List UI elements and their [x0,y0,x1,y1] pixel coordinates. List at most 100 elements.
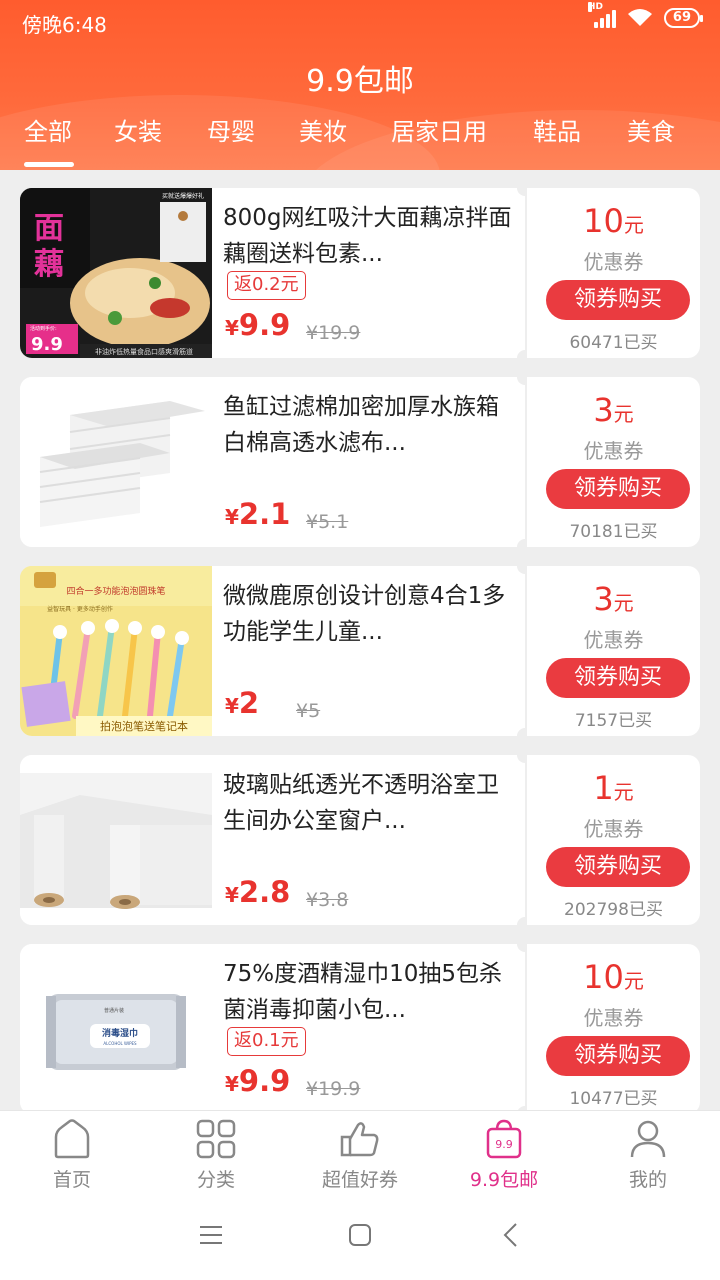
claim-coupon-button[interactable]: 领券购买 [546,658,690,698]
image-price-tag: 9.9 [31,334,63,355]
original-price: ¥5.1 [306,511,349,533]
product-card[interactable]: 买就送爆爆好礼 面 藕 活动到手价: 9.9 非油炸低热量食品口感爽滑筋道 80… [20,180,700,366]
product-card[interactable]: 玻璃贴纸透光不透明浴室卫生间办公室窗户... ¥2.8 ¥3.8 1元 优惠券 … [20,747,700,933]
nav-label: 9.9包邮 [469,1169,539,1191]
tab-household[interactable]: 居家日用 [391,112,487,147]
product-title[interactable]: 微微鹿原创设计创意4合1多功能学生儿童... [223,578,513,650]
claim-coupon-button[interactable]: 领券购买 [546,469,690,509]
battery-icon: 69 [663,8,704,28]
image-caption: 拍泡泡笔送笔记本 [100,719,188,733]
status-bar: 傍晚6:48 HD 69 [0,0,720,44]
home-icon [54,1119,90,1159]
product-image[interactable] [20,377,212,547]
sold-count: 10477已买 [569,1089,658,1109]
menu-icon[interactable] [198,1222,224,1248]
product-image[interactable]: 买就送爆爆好礼 面 藕 活动到手价: 9.9 非油炸低热量食品口感爽滑筋道 [20,188,212,358]
shopping-bag-icon: 9.9 [486,1119,522,1159]
coupon-amount: 3元 [593,580,634,618]
product-price: ¥2.8 [225,875,291,909]
coupon-label: 优惠券 [583,250,644,274]
sold-count: 70181已买 [569,522,658,542]
image-promo-small: 活动到手价: [30,325,57,332]
coupon-amount: 10元 [583,202,644,240]
image-caption: 非油炸低热量食品口感爽滑筋道 [95,347,193,356]
coupon-label: 优惠券 [583,1006,644,1030]
product-card[interactable]: 四合一多功能泡泡圆珠笔 益智玩具 · 更多动手创作 拍泡泡笔送笔记本 微微鹿原创… [20,558,700,744]
product-price: ¥2 [225,686,260,720]
bag-badge: 9.9 [495,1138,513,1151]
tab-baby[interactable]: 母婴 [207,112,255,147]
product-title[interactable]: 鱼缸过滤棉加密加厚水族箱白棉高透水滤布... [223,389,513,461]
page-title: 9.9包邮 [306,64,414,99]
user-icon [630,1120,666,1158]
product-image[interactable] [20,755,212,925]
nav-label: 分类 [196,1169,235,1191]
nav-coupons[interactable]: 超值好券 [288,1111,432,1197]
nav-category[interactable]: 分类 [144,1111,288,1197]
claim-coupon-button[interactable]: 领券购买 [546,280,690,320]
coupon-label: 优惠券 [583,817,644,841]
image-headline: 四合一多功能泡泡圆珠笔 [66,585,165,597]
product-list: 买就送爆爆好礼 面 藕 活动到手价: 9.9 非油炸低热量食品口感爽滑筋道 80… [0,170,720,1110]
status-time: 傍晚6:48 [22,13,107,37]
wifi-icon [627,9,652,26]
home-square-icon[interactable] [347,1222,373,1248]
coupon-panel: 1元 优惠券 领券购买 202798已买 [527,755,700,925]
product-price: ¥2.1 [225,497,291,531]
product-card[interactable]: 鱼缸过滤棉加密加厚水族箱白棉高透水滤布... ¥2.1 ¥5.1 3元 优惠券 … [20,369,700,555]
image-big-char-2: 藕 [34,247,64,282]
system-nav-bar [0,1196,720,1280]
tab-all[interactable]: 全部 [24,112,72,147]
original-price: ¥19.9 [306,322,361,344]
nav-label: 超值好券 [321,1169,398,1191]
header: 傍晚6:48 HD 69 9.9包邮 全部 女装 母婴 美妆 居家日用 鞋品 美… [0,0,720,170]
coupon-label: 优惠券 [583,628,644,652]
product-image[interactable]: 四合一多功能泡泡圆珠笔 益智玩具 · 更多动手创作 拍泡泡笔送笔记本 [20,566,212,736]
image-gift-text: 买就送爆爆好礼 [162,192,204,200]
rebate-badge: 返0.1元 [227,1027,306,1056]
product-price: ¥9.9 [225,308,291,342]
original-price: ¥3.8 [306,889,349,911]
thumbs-up-icon [340,1122,379,1157]
product-price: ¥9.9 [225,1064,291,1098]
bottom-nav: 首页 分类 超值好券 9.9 9.9包邮 我的 [0,1110,720,1196]
coupon-panel: 10元 优惠券 领券购买 10477已买 [527,944,700,1110]
sold-count: 60471已买 [569,333,658,353]
image-pack-text: 消毒湿巾 [102,1027,138,1039]
active-tab-indicator [24,162,74,167]
coupon-amount: 3元 [593,391,634,429]
battery-level: 69 [672,10,691,25]
product-title[interactable]: 800g网红吸汁大面藕凉拌面藕圈送料包素... [223,200,513,272]
coupon-label: 优惠券 [583,439,644,463]
coupon-amount: 10元 [583,958,644,996]
sold-count: 202798已买 [564,900,663,920]
tab-food[interactable]: 美食 [627,112,675,147]
tab-womens[interactable]: 女装 [114,112,162,147]
sold-count: 7157已买 [574,711,653,731]
claim-coupon-button[interactable]: 领券购买 [546,847,690,887]
coupon-panel: 10元 优惠券 领券购买 60471已买 [527,188,700,358]
image-pack-sub: ALCOHOL WIPES [103,1041,137,1046]
coupon-panel: 3元 优惠券 领券购买 70181已买 [527,377,700,547]
tab-shoes[interactable]: 鞋品 [533,112,581,147]
nav-label: 我的 [628,1169,667,1191]
product-title[interactable]: 玻璃贴纸透光不透明浴室卫生间办公室窗户... [223,767,513,839]
image-brand: 普通片装 [104,1007,124,1014]
original-price: ¥5 [296,700,321,722]
network-type: HD [587,2,603,12]
image-big-char-1: 面 [34,211,64,246]
nav-free-shipping[interactable]: 9.9 9.9包邮 [432,1111,576,1197]
claim-coupon-button[interactable]: 领券购买 [546,1036,690,1076]
nav-profile[interactable]: 我的 [576,1111,720,1197]
image-subline: 益智玩具 · 更多动手创作 [47,605,113,613]
coupon-panel: 3元 优惠券 领券购买 7157已买 [527,566,700,736]
tab-beauty[interactable]: 美妆 [299,112,347,147]
coupon-amount: 1元 [593,769,634,807]
nav-home[interactable]: 首页 [0,1111,144,1197]
product-title[interactable]: 75%度酒精湿巾10抽5包杀菌消毒抑菌小包... [223,956,513,1028]
back-icon[interactable] [498,1222,524,1248]
product-card[interactable]: 消毒湿巾 ALCOHOL WIPES 普通片装 75%度酒精湿巾10抽5包杀菌消… [20,936,700,1110]
product-image[interactable]: 消毒湿巾 ALCOHOL WIPES 普通片装 [20,944,212,1110]
category-tabs: 全部 女装 母婴 美妆 居家日用 鞋品 美食 [0,106,720,170]
cell-signal-icon: HD [587,2,616,28]
